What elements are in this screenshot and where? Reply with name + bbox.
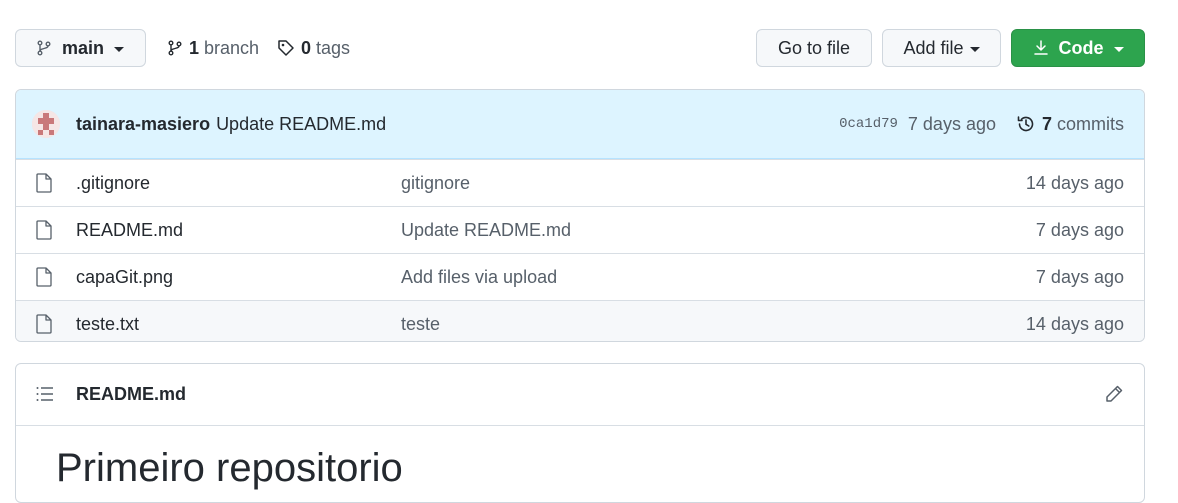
readme-file-name[interactable]: README.md [76, 384, 186, 405]
add-file-button[interactable]: Add file [882, 29, 1001, 67]
file-commit-message-link[interactable]: Add files via upload [401, 267, 557, 288]
file-commit-message-link[interactable]: teste [401, 314, 440, 335]
avatar[interactable] [32, 110, 60, 138]
commit-age: 7 days ago [907, 113, 996, 134]
history-icon [1016, 114, 1036, 134]
file-row[interactable]: .gitignore gitignore 14 days ago [16, 159, 1144, 206]
commit-author-link[interactable]: tainara-masiero [76, 114, 210, 135]
commits-history-link[interactable]: 7 commits [1016, 114, 1124, 135]
pencil-icon[interactable] [1104, 384, 1124, 409]
commit-summary: tainara-masiero Update README.md [76, 90, 386, 158]
file-age: 14 days ago [1025, 313, 1124, 334]
branch-count: 1 [189, 37, 200, 58]
file-icon [36, 220, 52, 245]
commit-message-link[interactable]: Update README.md [216, 114, 386, 135]
file-commit-message-link[interactable]: gitignore [401, 173, 470, 194]
file-name-link[interactable]: capaGit.png [76, 267, 173, 288]
chevron-down-icon [969, 46, 980, 52]
commits-label: commits [1057, 113, 1124, 134]
add-file-label: Add file [903, 37, 964, 58]
commit-count: 7 [1041, 113, 1052, 134]
branch-select-button[interactable]: main [15, 29, 146, 67]
code-label: Code [1058, 37, 1104, 58]
file-commit-message-link[interactable]: Update README.md [401, 220, 571, 241]
tag-count: 0 [301, 37, 312, 58]
chevron-down-icon [1113, 46, 1124, 52]
download-icon [1033, 40, 1049, 56]
latest-commit-bar: tainara-masiero Update README.md 0ca1d79… [16, 90, 1144, 159]
tag-icon [277, 39, 295, 57]
file-icon [36, 314, 52, 339]
branch-name: main [62, 37, 105, 58]
file-age: 7 days ago [1035, 266, 1124, 287]
file-age: 14 days ago [1025, 172, 1124, 193]
repo-toolbar: main 1 branch 0 tags Go to file Add file… [15, 29, 1145, 69]
branch-label: branch [204, 37, 260, 58]
git-branch-icon [167, 40, 183, 56]
file-icon [36, 267, 52, 292]
commit-meta: 0ca1d79 7 days ago 7 commits [839, 90, 1124, 158]
file-age: 7 days ago [1035, 219, 1124, 240]
file-icon [36, 173, 52, 198]
file-row[interactable]: README.md Update README.md 7 days ago [16, 206, 1144, 253]
readme-heading: Primeiro repositorio [56, 446, 403, 490]
table-of-contents-icon[interactable] [36, 386, 54, 407]
readme-panel: README.md Primeiro repositorio [15, 363, 1145, 503]
code-button[interactable]: Code [1011, 29, 1145, 67]
commit-sha-link[interactable]: 0ca1d79 [839, 116, 898, 132]
tag-label: tags [316, 37, 351, 58]
file-list: tainara-masiero Update README.md 0ca1d79… [15, 89, 1145, 342]
go-to-file-button[interactable]: Go to file [756, 29, 872, 67]
git-branch-icon [36, 40, 52, 56]
file-name-link[interactable]: .gitignore [76, 173, 150, 194]
branches-link[interactable]: 1 branch [167, 29, 259, 67]
file-row[interactable]: capaGit.png Add files via upload 7 days … [16, 253, 1144, 300]
chevron-down-icon [114, 46, 125, 52]
file-name-link[interactable]: teste.txt [76, 314, 139, 335]
file-row[interactable]: teste.txt teste 14 days ago [16, 300, 1144, 341]
readme-header: README.md [16, 364, 1144, 426]
tags-link[interactable]: 0 tags [277, 29, 350, 67]
file-name-link[interactable]: README.md [76, 220, 183, 241]
